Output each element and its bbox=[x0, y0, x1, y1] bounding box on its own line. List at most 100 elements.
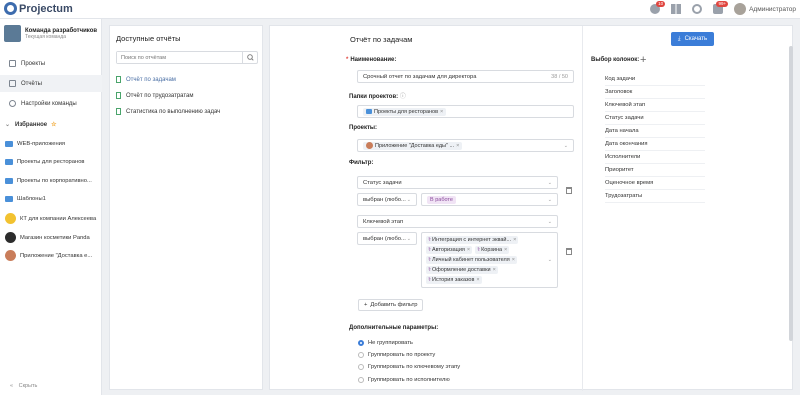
required-mark: * bbox=[346, 57, 349, 63]
project-icon bbox=[5, 213, 16, 224]
collapse-sidebar-button[interactable]: « Скрыть bbox=[10, 383, 37, 389]
trash-icon[interactable] bbox=[566, 187, 572, 194]
sidebar-item-team-settings[interactable]: Настройки команды bbox=[0, 95, 102, 112]
trash-icon[interactable] bbox=[566, 248, 572, 255]
column-item[interactable]: Оценочное время bbox=[605, 177, 705, 190]
grouping-stage-radio[interactable]: Группировать по ключевому этапу bbox=[358, 364, 460, 370]
project-tag: Приложение "Доставка еды" ... × bbox=[363, 141, 463, 150]
close-icon[interactable]: × bbox=[476, 277, 479, 283]
chevron-down-icon: ⌄ bbox=[547, 179, 552, 186]
projects-select[interactable]: Приложение "Доставка еды" ... × ⌄ bbox=[357, 139, 574, 152]
favorites-header[interactable]: ⌄ Избранное ☆ bbox=[5, 121, 57, 129]
add-column-icon[interactable]: + bbox=[640, 54, 646, 66]
columns-title: Выбор колонок: bbox=[591, 57, 640, 63]
sidebar-item-reports[interactable]: Отчёты bbox=[0, 75, 102, 92]
favorite-label: Приложение "Доставка е... bbox=[20, 252, 93, 259]
project-tag-label: Приложение "Доставка еды" ... bbox=[375, 142, 455, 149]
search-icon[interactable] bbox=[242, 52, 257, 63]
chevron-down-icon: ⌄ bbox=[547, 196, 552, 203]
folder-icon bbox=[366, 109, 372, 114]
team-switcher[interactable]: Команда разработчиков Текущая команда bbox=[4, 25, 97, 42]
column-item[interactable]: Заголовок bbox=[605, 86, 705, 99]
team-avatar bbox=[4, 25, 21, 42]
favorite-item[interactable]: Проекты для ресторанов bbox=[5, 159, 101, 165]
filter2-field-value: Ключевой этап bbox=[363, 218, 404, 225]
gear-icon bbox=[9, 100, 16, 107]
report-item-tasks[interactable]: Отчёт по задачам bbox=[116, 76, 176, 83]
favorite-item[interactable]: Шаблоны1 bbox=[5, 196, 101, 202]
status-pill: В работе bbox=[427, 195, 456, 204]
favorite-item[interactable]: WEB-приложения bbox=[5, 141, 101, 147]
name-input[interactable]: Срочный отчет по задачам для директора 3… bbox=[357, 70, 574, 83]
top-icons: 10 99+ Администратор bbox=[650, 1, 796, 15]
column-item[interactable]: Исполнители bbox=[605, 151, 705, 164]
sidebar-item-projects[interactable]: Проекты bbox=[0, 55, 102, 72]
collapse-label: Скрыть bbox=[18, 383, 38, 389]
column-item[interactable]: Ключевой этап bbox=[605, 99, 705, 112]
column-item[interactable]: Статус задачи bbox=[605, 112, 705, 125]
page-title: Отчёт по задачам bbox=[350, 35, 413, 44]
grouping-project-radio[interactable]: Группировать по проекту bbox=[358, 352, 435, 358]
report-item-labor[interactable]: Отчёт по трудозатратам bbox=[116, 92, 194, 99]
filter1-value-select[interactable]: В работе ⌄ bbox=[421, 193, 558, 206]
chevron-down-icon: ⌄ bbox=[563, 142, 568, 149]
projects-label: Проекты: bbox=[349, 125, 378, 131]
user-avatar[interactable] bbox=[734, 3, 747, 15]
filter2-operator-value: выбран (любо... bbox=[363, 235, 406, 242]
close-icon[interactable]: × bbox=[440, 109, 443, 115]
project-icon bbox=[366, 142, 373, 149]
favorite-item[interactable]: Магазин косметики Panda bbox=[5, 232, 101, 243]
add-filter-label: Добавить фильтр bbox=[370, 302, 418, 308]
column-item[interactable]: Дата начала bbox=[605, 125, 705, 138]
column-item[interactable]: Дата окончания bbox=[605, 138, 705, 151]
filter1-field-select[interactable]: Статус задачи ⌄ bbox=[357, 176, 558, 189]
logo-icon bbox=[4, 2, 17, 15]
user-name[interactable]: Администратор bbox=[749, 6, 796, 13]
favorite-item[interactable]: Проекты по корпоративно... bbox=[5, 178, 101, 184]
chevron-down-icon: ⌄ bbox=[547, 257, 552, 263]
apps-grid-icon[interactable] bbox=[671, 4, 682, 14]
logo-text: Projectum bbox=[19, 2, 73, 15]
notifications-badge: 10 bbox=[656, 1, 666, 7]
filter2-value-multiselect[interactable]: Интеграция с интернет эквай...× Авториза… bbox=[421, 232, 558, 288]
document-icon bbox=[116, 76, 121, 83]
grouping-none-radio[interactable]: Не группировать bbox=[358, 340, 413, 346]
close-icon[interactable]: × bbox=[493, 267, 496, 273]
close-icon[interactable]: × bbox=[504, 247, 507, 253]
radio-label: Группировать по ключевому этапу bbox=[368, 364, 461, 370]
char-counter: 38 / 50 bbox=[551, 73, 568, 80]
gear-icon[interactable] bbox=[692, 4, 703, 14]
column-item[interactable]: Трудозатраты bbox=[605, 190, 705, 203]
scrollbar[interactable] bbox=[789, 46, 793, 341]
grouping-assignee-radio[interactable]: Группировать по исполнителю bbox=[358, 377, 450, 383]
close-icon[interactable]: × bbox=[467, 247, 470, 253]
reports-search-input[interactable] bbox=[117, 52, 243, 63]
projects-icon bbox=[9, 60, 16, 67]
close-icon[interactable]: × bbox=[512, 257, 515, 263]
close-icon[interactable]: × bbox=[456, 143, 459, 149]
folders-select[interactable]: Проекты для ресторанов × bbox=[357, 105, 574, 118]
stage-tag: Личный кабинет пользователя× bbox=[426, 256, 517, 264]
chevron-down-icon: ⌄ bbox=[406, 196, 411, 203]
chevrons-left-icon: « bbox=[10, 383, 14, 389]
notifications-icon[interactable]: 10 bbox=[650, 1, 666, 14]
favorite-item[interactable]: Приложение "Доставка е... bbox=[5, 250, 101, 261]
favorite-item[interactable]: КТ для компании Алексеева bbox=[5, 213, 101, 224]
stage-tag-label: История заказов bbox=[431, 277, 475, 283]
radio-label: Группировать по исполнителю bbox=[368, 377, 450, 383]
report-item-stats[interactable]: Статистика по выполнению задач bbox=[116, 108, 220, 115]
help-icon[interactable]: ⓘ bbox=[400, 94, 406, 100]
filter2-operator-select[interactable]: выбран (любо... ⌄ bbox=[357, 232, 417, 245]
reports-title: Доступные отчёты bbox=[116, 34, 181, 43]
close-icon[interactable]: × bbox=[513, 237, 516, 243]
stage-tag: История заказов× bbox=[426, 276, 482, 284]
reports-search bbox=[116, 51, 258, 64]
favorite-label: КТ для компании Алексеева bbox=[20, 215, 97, 222]
filter1-operator-select[interactable]: выбран (любо... ⌄ bbox=[357, 193, 417, 206]
column-item[interactable]: Код задачи bbox=[605, 73, 705, 86]
filter2-field-select[interactable]: Ключевой этап ⌄ bbox=[357, 215, 558, 228]
logo[interactable]: Projectum bbox=[4, 2, 73, 15]
chat-icon[interactable]: 99+ bbox=[713, 1, 729, 14]
column-item[interactable]: Приоритет bbox=[605, 164, 705, 177]
add-filter-button[interactable]: + Добавить фильтр bbox=[358, 299, 424, 311]
